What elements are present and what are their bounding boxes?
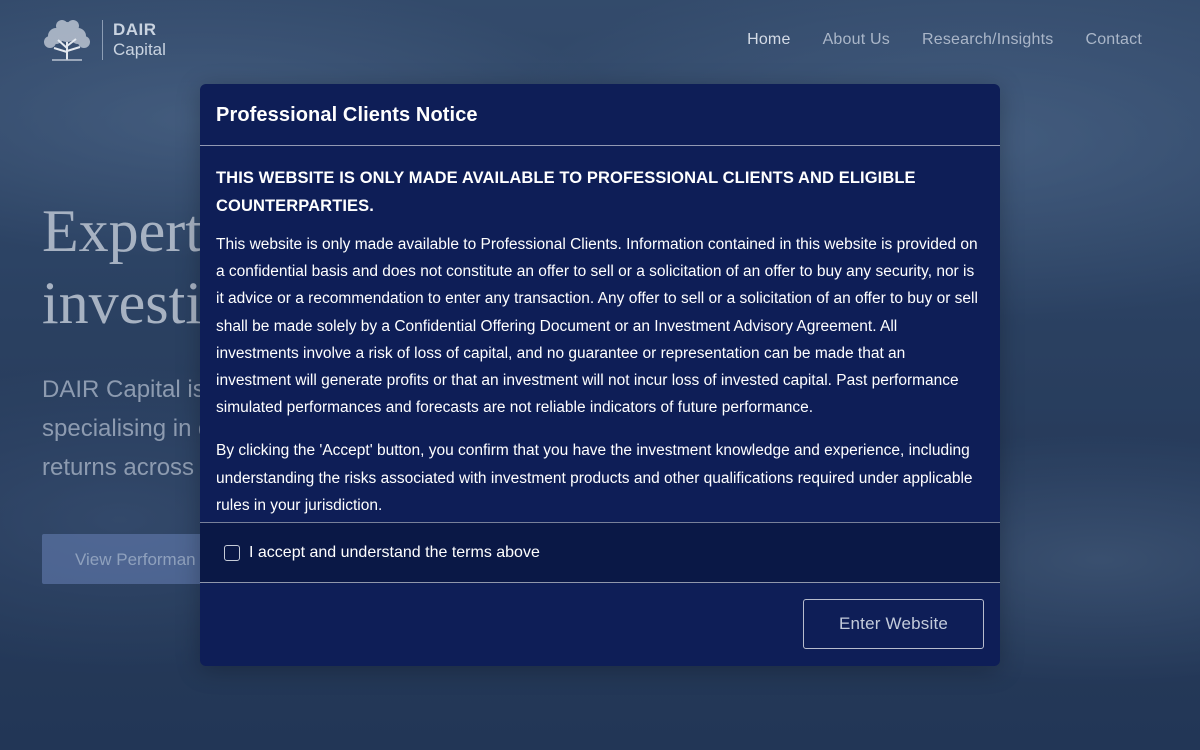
nav-home[interactable]: Home: [747, 31, 790, 49]
accept-terms-label[interactable]: I accept and understand the terms above: [249, 544, 540, 562]
logo-line2: Capital: [113, 40, 166, 59]
logo-line1: DAIR: [113, 20, 157, 39]
accept-terms-row[interactable]: I accept and understand the terms above: [200, 522, 1000, 583]
tree-icon: [44, 20, 90, 61]
nav-about-us[interactable]: About Us: [823, 31, 890, 49]
modal-footer: Enter Website: [200, 583, 1000, 665]
logo[interactable]: DAIR Capital: [42, 18, 166, 62]
nav-contact[interactable]: Contact: [1085, 31, 1142, 49]
modal-header: Professional Clients Notice: [200, 84, 1000, 146]
modal-body[interactable]: THIS WEBSITE IS ONLY MADE AVAILABLE TO P…: [200, 146, 1000, 522]
modal-title: Professional Clients Notice: [216, 104, 478, 126]
logo-divider: [102, 20, 103, 60]
enter-website-button[interactable]: Enter Website: [803, 599, 984, 649]
modal-paragraph-consent: By clicking the 'Accept' button, you con…: [216, 442, 973, 514]
nav-research-insights[interactable]: Research/Insights: [922, 31, 1053, 49]
main-nav: Home About Us Research/Insights Contact: [747, 31, 1142, 49]
page: DAIR Capital Home About Us Research/Insi…: [0, 0, 1200, 750]
site-header: DAIR Capital Home About Us Research/Insi…: [0, 0, 1200, 82]
modal-heading: THIS WEBSITE IS ONLY MADE AVAILABLE TO P…: [216, 169, 916, 215]
logo-wordmark: DAIR Capital: [113, 20, 166, 60]
accept-terms-checkbox[interactable]: [224, 544, 240, 561]
professional-clients-modal: Professional Clients Notice THIS WEBSITE…: [200, 84, 1000, 666]
modal-paragraph-disclaimer: This website is only made available to P…: [216, 236, 978, 417]
